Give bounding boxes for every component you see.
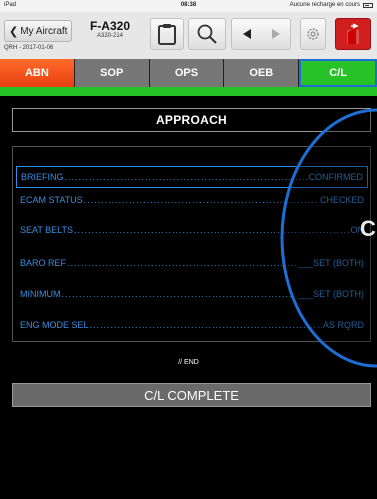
battery-text: Aucune recharge en cours: [289, 2, 360, 8]
checklist-items: BRIEFING CONFIRMED ECAM STATUS CHECKED S…: [12, 146, 371, 342]
tab-ops[interactable]: OPS: [149, 59, 225, 87]
item-label: ECAM STATUS: [20, 195, 83, 205]
item-value: CONFIRMED: [308, 172, 364, 182]
item-label: MINIMUM: [20, 289, 61, 299]
battery-status: Aucune recharge en cours: [290, 2, 373, 8]
tab-oeb[interactable]: OEB: [224, 59, 300, 87]
back-label: My Aircraft: [20, 25, 68, 37]
tab-bar: ABN SOP OPS OEB C/L: [0, 59, 377, 87]
clipboard-icon: [158, 24, 176, 45]
checklist-item-minimum[interactable]: MINIMUM ___SET (BOTH): [16, 283, 368, 305]
item-value: CHECKED: [319, 195, 364, 205]
qrh-date: QRH - 2017-01-06: [4, 45, 54, 51]
item-value: ___SET (BOTH): [298, 289, 364, 299]
overlay-partial-label: C: [360, 216, 376, 241]
item-label: BARO REF: [20, 258, 67, 268]
leader-dots: [65, 172, 308, 182]
exit-button[interactable]: [335, 18, 371, 50]
cl-complete-button[interactable]: C/L COMPLETE: [12, 383, 371, 407]
leader-dots: [74, 225, 349, 235]
tab-cl[interactable]: C/L: [299, 59, 377, 87]
previous-button[interactable]: [232, 19, 261, 49]
tab-abn[interactable]: ABN: [0, 59, 75, 87]
checklist-title: APPROACH: [12, 108, 371, 132]
gear-icon: [307, 28, 319, 40]
active-tab-bar: [0, 87, 377, 96]
search-icon: [197, 24, 217, 44]
forward-triangle-icon: [271, 29, 280, 39]
checklist-item-briefing[interactable]: BRIEFING CONFIRMED: [16, 166, 368, 188]
checklist-item-seat-belts[interactable]: SEAT BELTS ON: [16, 219, 368, 241]
leader-dots: [67, 258, 297, 268]
item-label: BRIEFING: [21, 172, 64, 182]
search-button[interactable]: [188, 18, 226, 50]
tab-sop[interactable]: SOP: [74, 59, 150, 87]
battery-icon: [363, 2, 373, 8]
clipboard-button[interactable]: [150, 18, 184, 50]
my-aircraft-back-button[interactable]: ❮ My Aircraft: [4, 20, 72, 42]
next-button[interactable]: [261, 19, 290, 49]
aircraft-title: F-A320: [89, 19, 130, 33]
chevron-left-icon: ❮: [9, 25, 19, 38]
leader-dots: [62, 289, 298, 299]
item-label: SEAT BELTS: [20, 225, 74, 235]
page-navigation: [231, 18, 291, 50]
leader-dots: [84, 195, 319, 205]
aircraft-subtitle: A320-214: [96, 33, 124, 39]
leader-dots: [90, 320, 322, 330]
app-header: ❮ My Aircraft QRH - 2017-01-06 F-A320 A3…: [0, 12, 377, 59]
checklist-item-ecam-status[interactable]: ECAM STATUS CHECKED: [16, 189, 368, 211]
status-bar: iPad 08:38 Aucune recharge en cours: [0, 0, 377, 12]
settings-button[interactable]: [300, 18, 326, 50]
exit-door-icon: [347, 23, 359, 44]
item-value: ___SET (BOTH): [298, 258, 364, 268]
back-triangle-icon: [242, 29, 251, 39]
checklist-item-eng-mode-sel[interactable]: ENG MODE SEL AS RQRD: [16, 314, 368, 336]
checklist-item-baro-ref[interactable]: BARO REF ___SET (BOTH): [16, 252, 368, 274]
item-value: AS RQRD: [322, 320, 364, 330]
item-label: ENG MODE SEL: [20, 320, 89, 330]
checklist-panel: APPROACH BRIEFING CONFIRMED ECAM STATUS …: [0, 96, 377, 499]
end-marker: // END: [178, 359, 199, 366]
